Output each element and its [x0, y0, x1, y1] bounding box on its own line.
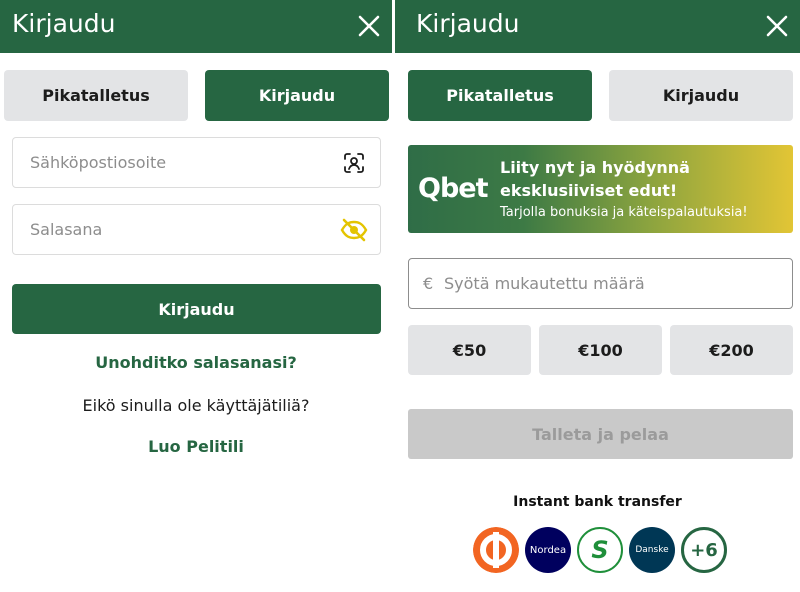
- danske-bank-icon[interactable]: Danske: [629, 527, 675, 573]
- amount-field: €: [408, 258, 793, 309]
- promo-banner[interactable]: Qbet Liity nyt ja hyödynnä eksklusiivise…: [408, 145, 793, 233]
- login-button[interactable]: Kirjaudu: [12, 284, 381, 334]
- password-input[interactable]: [13, 205, 380, 254]
- bank-transfer-title: Instant bank transfer: [513, 494, 682, 510]
- tab-pikatalletus[interactable]: Pikatalletus: [408, 70, 592, 121]
- nordea-bank-icon[interactable]: Nordea: [525, 527, 571, 573]
- email-field: [12, 137, 381, 188]
- login-header: Kirjaudu: [0, 0, 392, 53]
- tab-pikatalletus[interactable]: Pikatalletus: [4, 70, 188, 121]
- close-icon[interactable]: [355, 12, 383, 40]
- tab-kirjaudu[interactable]: Kirjaudu: [205, 70, 389, 121]
- eye-off-icon[interactable]: [340, 218, 368, 242]
- more-banks-button[interactable]: +6: [681, 527, 727, 573]
- op-bank-icon[interactable]: [473, 527, 519, 573]
- deposit-header: Kirjaudu: [395, 0, 800, 53]
- amount-option-100[interactable]: €100: [539, 325, 662, 375]
- user-scan-icon[interactable]: [342, 151, 366, 175]
- qbet-logo: Qbet: [418, 173, 488, 204]
- s-pankki-bank-icon[interactable]: S: [577, 527, 623, 573]
- header-title: Kirjaudu: [12, 9, 116, 38]
- quick-deposit-panel: Kirjaudu Pikatalletus Kirjaudu Qbet Liit…: [395, 0, 800, 592]
- deposit-and-play-button[interactable]: Talleta ja pelaa: [408, 409, 793, 459]
- close-icon[interactable]: [763, 12, 791, 40]
- create-account-link[interactable]: Luo Pelitili: [0, 437, 392, 456]
- no-account-text: Eikö sinulla ole käyttäjätiliä?: [82, 396, 310, 415]
- amount-option-50[interactable]: €50: [408, 325, 531, 375]
- login-panel: Kirjaudu Pikatalletus Kirjaudu Kirjaudu …: [0, 0, 392, 592]
- tab-kirjaudu[interactable]: Kirjaudu: [609, 70, 793, 121]
- banner-title: Liity nyt ja hyödynnä eksklusiiviset edu…: [500, 158, 690, 200]
- email-input[interactable]: [13, 138, 380, 187]
- forgot-password-link[interactable]: Unohditko salasanasi?: [0, 353, 392, 372]
- banner-subtitle: Tarjolla bonuksia ja käteispalautuksia!: [500, 205, 748, 220]
- amount-option-200[interactable]: €200: [670, 325, 793, 375]
- custom-amount-input[interactable]: [409, 259, 792, 308]
- header-title: Kirjaudu: [416, 9, 520, 38]
- password-field: [12, 204, 381, 255]
